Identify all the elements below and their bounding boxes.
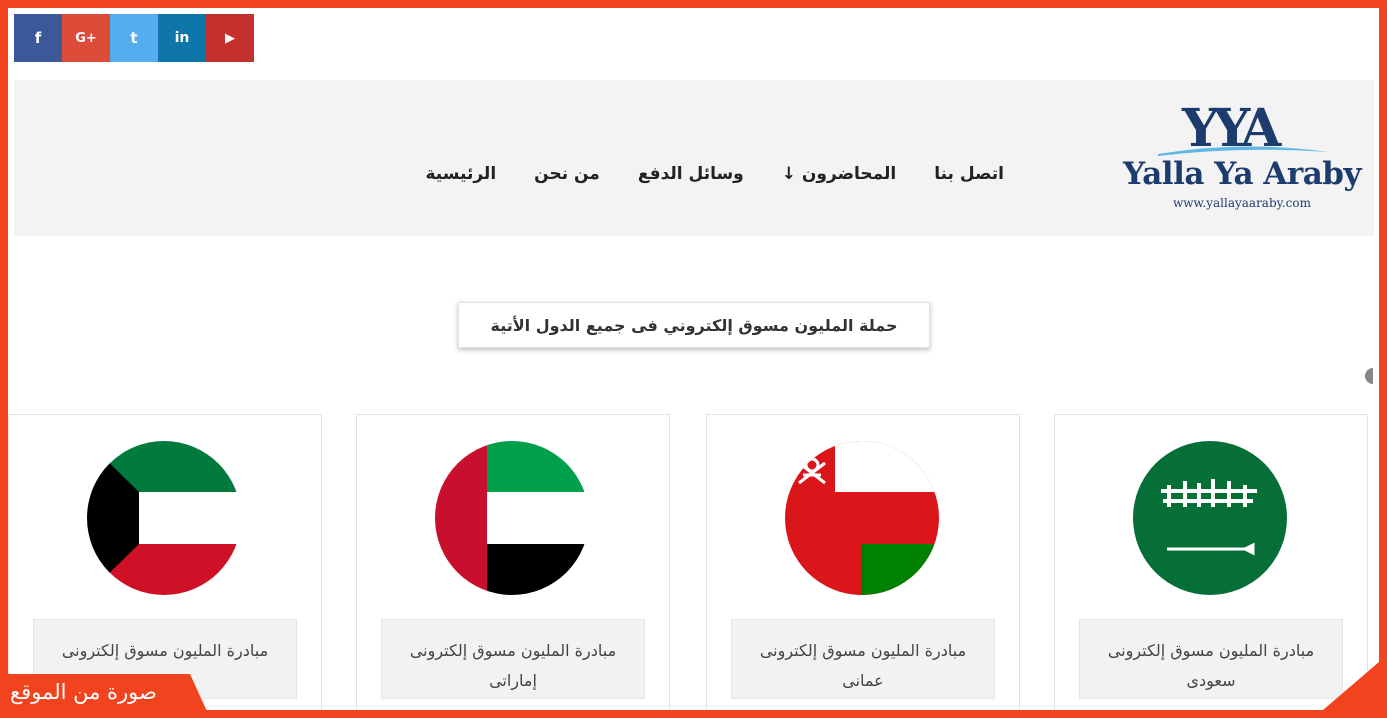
saudi-flag-icon [1133,441,1287,595]
nav-item-payment[interactable]: وسائل الدفع [638,164,744,184]
card-label-line2: عمانى [842,671,884,690]
logo-name: Yalla Ya Araby [1122,156,1362,192]
card-label-line1: مبادرة المليون مسوق إلكترونى [61,641,269,660]
nav-item-home[interactable]: الرئيسية [425,164,496,184]
site-logo[interactable]: YYA Yalla Ya Araby www.yallayaaraby.com [1122,98,1362,218]
linkedin-icon[interactable]: in [158,14,206,62]
oman-flag-icon [785,441,939,595]
nav-item-about[interactable]: من نحن [534,164,600,184]
page-frame: f G+ t in ▶ YYA Yalla Ya Araby www.yalla… [0,0,1387,718]
uae-flag-icon [435,441,589,595]
main-nav: الرئيسية من نحن وسائل الدفع المحاضرون ↓ … [425,164,1004,184]
country-card-saudi[interactable]: مبادرة المليون مسوق إلكترونى سعودى [1054,414,1368,710]
card-label-line1: مبادرة المليون مسوق إلكترونى [759,641,967,660]
card-label: مبادرة المليون مسوق إلكترونى عمانى [731,619,995,699]
country-card-uae[interactable]: مبادرة المليون مسوق إلكترونى إماراتى [356,414,670,710]
country-card-oman[interactable]: مبادرة المليون مسوق إلكترونى عمانى [706,414,1020,710]
corner-accent [1323,662,1379,710]
campaign-title: حملة المليون مسوق إلكتروني فى جميع الدول… [490,315,898,335]
card-label: مبادرة المليون مسوق إلكترونى إماراتى [381,619,645,699]
card-label-line1: مبادرة المليون مسوق إلكترونى [409,641,617,660]
badge-text: صورة من الموقع [10,680,157,704]
card-label-line1: مبادرة المليون مسوق إلكترونى [1107,641,1315,660]
youtube-icon[interactable]: ▶ [206,14,254,62]
social-bar: f G+ t in ▶ [14,14,254,62]
logo-url: www.yallayaaraby.com [1173,196,1311,210]
facebook-icon[interactable]: f [14,14,62,62]
scroll-handle[interactable] [1365,368,1373,384]
nav-item-contact[interactable]: اتصل بنا [934,164,1004,184]
source-badge: صورة من الموقع [0,674,210,718]
site-header: YYA Yalla Ya Araby www.yallayaaraby.com … [14,80,1374,236]
nav-item-lecturers[interactable]: المحاضرون ↓ [782,164,896,184]
card-label-line2: إماراتى [489,671,537,690]
google-plus-icon[interactable]: G+ [62,14,110,62]
card-label-line2: سعودى [1186,671,1236,690]
campaign-title-box: حملة المليون مسوق إلكتروني فى جميع الدول… [458,302,930,348]
kuwait-flag-icon [87,441,241,595]
card-label: مبادرة المليون مسوق إلكترونى سعودى [1079,619,1343,699]
country-card-kuwait[interactable]: مبادرة المليون مسوق إلكترونى كويتى [8,414,322,710]
twitter-icon[interactable]: t [110,14,158,62]
